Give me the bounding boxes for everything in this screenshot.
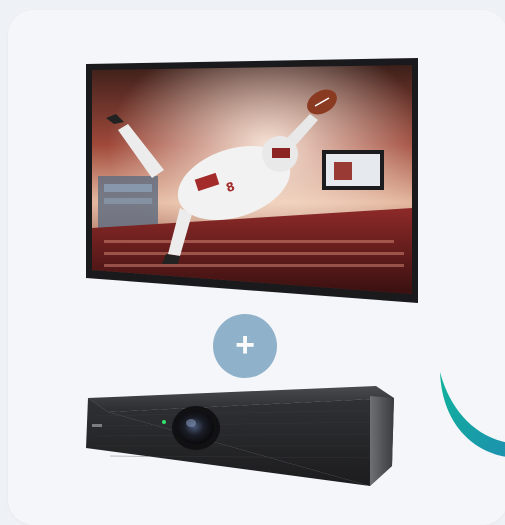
plus-icon: + — [235, 325, 255, 364]
video-bar-camera-icon — [86, 386, 394, 486]
product-bundle-card: 8 + — [8, 10, 505, 525]
teal-swoosh-decoration — [440, 372, 505, 457]
wall-display-tv-icon: 8 — [86, 58, 418, 303]
plus-badge: + — [213, 314, 277, 378]
